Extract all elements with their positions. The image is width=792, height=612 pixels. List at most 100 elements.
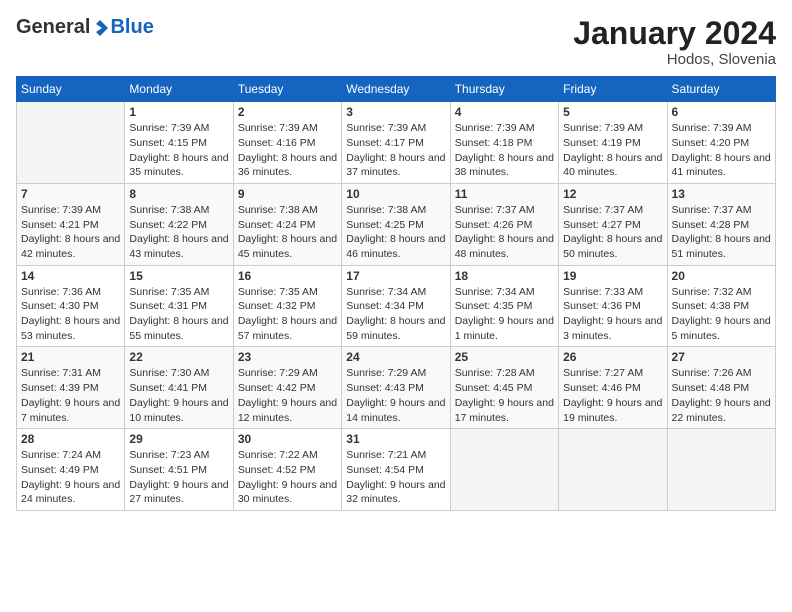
table-row: 15 Sunrise: 7:35 AMSunset: 4:31 PMDayligh…: [125, 265, 233, 347]
table-row: 19Sunrise: 7:33 AMSunset: 4:36 PMDayligh…: [559, 265, 667, 347]
table-row: 14Sunrise: 7:36 AMSunset: 4:30 PMDayligh…: [17, 265, 125, 347]
day-info: Sunrise: 7:30 AMSunset: 4:41 PMDaylight:…: [129, 366, 228, 425]
day-number: 24: [346, 350, 445, 364]
table-row: 7 Sunrise: 7:39 AMSunset: 4:21 PMDaylight…: [17, 183, 125, 265]
table-row: 16Sunrise: 7:35 AMSunset: 4:32 PMDayligh…: [233, 265, 341, 347]
day-number: 9: [238, 187, 337, 201]
table-row: 5 Sunrise: 7:39 AMSunset: 4:19 PMDaylight…: [559, 102, 667, 184]
calendar-week-row: 14Sunrise: 7:36 AMSunset: 4:30 PMDayligh…: [17, 265, 776, 347]
calendar-week-row: 7 Sunrise: 7:39 AMSunset: 4:21 PMDaylight…: [17, 183, 776, 265]
table-row: 23Sunrise: 7:29 AMSunset: 4:42 PMDayligh…: [233, 347, 341, 429]
table-row: 3 Sunrise: 7:39 AMSunset: 4:17 PMDaylight…: [342, 102, 450, 184]
table-row: [559, 429, 667, 511]
logo-text: General Blue: [16, 16, 154, 39]
day-number: 8: [129, 187, 228, 201]
day-info: Sunrise: 7:31 AMSunset: 4:39 PMDaylight:…: [21, 366, 120, 425]
day-number: 21: [21, 350, 120, 364]
day-info: Sunrise: 7:22 AMSunset: 4:52 PMDaylight:…: [238, 448, 337, 507]
col-saturday: Saturday: [667, 77, 775, 102]
day-info: Sunrise: 7:37 AMSunset: 4:26 PMDaylight:…: [455, 203, 554, 262]
day-number: 6: [672, 105, 771, 119]
day-info: Sunrise: 7:28 AMSunset: 4:45 PMDaylight:…: [455, 366, 554, 425]
day-info: Sunrise: 7:34 AMSunset: 4:34 PMDaylight:…: [346, 285, 445, 344]
day-number: 27: [672, 350, 771, 364]
day-number: 31: [346, 432, 445, 446]
table-row: 18Sunrise: 7:34 AMSunset: 4:35 PMDayligh…: [450, 265, 558, 347]
table-row: 4 Sunrise: 7:39 AMSunset: 4:18 PMDaylight…: [450, 102, 558, 184]
table-row: 21 Sunrise: 7:31 AMSunset: 4:39 PMDayligh…: [17, 347, 125, 429]
logo-general: General: [16, 16, 90, 39]
day-info: Sunrise: 7:29 AMSunset: 4:43 PMDaylight:…: [346, 366, 445, 425]
day-info: Sunrise: 7:39 AMSunset: 4:20 PMDaylight:…: [672, 121, 771, 180]
page: General Blue January 2024 Hodos, Sloveni…: [0, 0, 792, 612]
table-row: [450, 429, 558, 511]
day-number: 10: [346, 187, 445, 201]
day-info: Sunrise: 7:37 AMSunset: 4:27 PMDaylight:…: [563, 203, 662, 262]
table-row: [667, 429, 775, 511]
table-row: 12 Sunrise: 7:37 AMSunset: 4:27 PMDayligh…: [559, 183, 667, 265]
day-info: Sunrise: 7:34 AMSunset: 4:35 PMDaylight:…: [455, 285, 554, 344]
col-tuesday: Tuesday: [233, 77, 341, 102]
day-number: 5: [563, 105, 662, 119]
col-thursday: Thursday: [450, 77, 558, 102]
day-number: 20: [672, 269, 771, 283]
day-info: Sunrise: 7:35 AMSunset: 4:31 PMDaylight:…: [129, 285, 228, 344]
table-row: 10 Sunrise: 7:38 AMSunset: 4:25 PMDayligh…: [342, 183, 450, 265]
day-info: Sunrise: 7:36 AMSunset: 4:30 PMDaylight:…: [21, 285, 120, 344]
day-number: 4: [455, 105, 554, 119]
table-row: 8 Sunrise: 7:38 AMSunset: 4:22 PMDaylight…: [125, 183, 233, 265]
location: Hodos, Slovenia: [573, 51, 776, 68]
day-number: 26: [563, 350, 662, 364]
calendar-table: Sunday Monday Tuesday Wednesday Thursday…: [16, 76, 776, 511]
table-row: 25Sunrise: 7:28 AMSunset: 4:45 PMDayligh…: [450, 347, 558, 429]
day-info: Sunrise: 7:38 AMSunset: 4:24 PMDaylight:…: [238, 203, 337, 262]
day-number: 7: [21, 187, 120, 201]
day-info: Sunrise: 7:39 AMSunset: 4:21 PMDaylight:…: [21, 203, 120, 262]
calendar-week-row: 21 Sunrise: 7:31 AMSunset: 4:39 PMDayligh…: [17, 347, 776, 429]
day-info: Sunrise: 7:39 AMSunset: 4:15 PMDaylight:…: [129, 121, 228, 180]
table-row: 27 Sunrise: 7:26 AMSunset: 4:48 PMDayligh…: [667, 347, 775, 429]
col-sunday: Sunday: [17, 77, 125, 102]
month-title: January 2024: [573, 16, 776, 51]
calendar-week-row: 28Sunrise: 7:24 AMSunset: 4:49 PMDayligh…: [17, 429, 776, 511]
col-wednesday: Wednesday: [342, 77, 450, 102]
day-number: 3: [346, 105, 445, 119]
calendar-header-row: Sunday Monday Tuesday Wednesday Thursday…: [17, 77, 776, 102]
table-row: 13 Sunrise: 7:37 AMSunset: 4:28 PMDayligh…: [667, 183, 775, 265]
day-number: 16: [238, 269, 337, 283]
day-number: 2: [238, 105, 337, 119]
day-info: Sunrise: 7:39 AMSunset: 4:17 PMDaylight:…: [346, 121, 445, 180]
day-number: 12: [563, 187, 662, 201]
table-row: 26 Sunrise: 7:27 AMSunset: 4:46 PMDayligh…: [559, 347, 667, 429]
day-number: 15: [129, 269, 228, 283]
table-row: 20 Sunrise: 7:32 AMSunset: 4:38 PMDayligh…: [667, 265, 775, 347]
day-info: Sunrise: 7:26 AMSunset: 4:48 PMDaylight:…: [672, 366, 771, 425]
day-info: Sunrise: 7:32 AMSunset: 4:38 PMDaylight:…: [672, 285, 771, 344]
day-info: Sunrise: 7:37 AMSunset: 4:28 PMDaylight:…: [672, 203, 771, 262]
day-info: Sunrise: 7:21 AMSunset: 4:54 PMDaylight:…: [346, 448, 445, 507]
day-info: Sunrise: 7:39 AMSunset: 4:16 PMDaylight:…: [238, 121, 337, 180]
day-number: 11: [455, 187, 554, 201]
calendar-week-row: 1 Sunrise: 7:39 AMSunset: 4:15 PMDaylight…: [17, 102, 776, 184]
day-number: 19: [563, 269, 662, 283]
day-info: Sunrise: 7:29 AMSunset: 4:42 PMDaylight:…: [238, 366, 337, 425]
table-row: 9 Sunrise: 7:38 AMSunset: 4:24 PMDaylight…: [233, 183, 341, 265]
col-monday: Monday: [125, 77, 233, 102]
day-info: Sunrise: 7:39 AMSunset: 4:18 PMDaylight:…: [455, 121, 554, 180]
day-number: 13: [672, 187, 771, 201]
day-info: Sunrise: 7:39 AMSunset: 4:19 PMDaylight:…: [563, 121, 662, 180]
title-section: January 2024 Hodos, Slovenia: [573, 16, 776, 68]
logo-icon: [91, 19, 109, 37]
day-number: 22: [129, 350, 228, 364]
day-info: Sunrise: 7:38 AMSunset: 4:25 PMDaylight:…: [346, 203, 445, 262]
table-row: [17, 102, 125, 184]
day-number: 1: [129, 105, 228, 119]
table-row: 1 Sunrise: 7:39 AMSunset: 4:15 PMDaylight…: [125, 102, 233, 184]
day-number: 28: [21, 432, 120, 446]
col-friday: Friday: [559, 77, 667, 102]
day-info: Sunrise: 7:38 AMSunset: 4:22 PMDaylight:…: [129, 203, 228, 262]
day-info: Sunrise: 7:23 AMSunset: 4:51 PMDaylight:…: [129, 448, 228, 507]
day-number: 30: [238, 432, 337, 446]
day-info: Sunrise: 7:27 AMSunset: 4:46 PMDaylight:…: [563, 366, 662, 425]
day-number: 17: [346, 269, 445, 283]
